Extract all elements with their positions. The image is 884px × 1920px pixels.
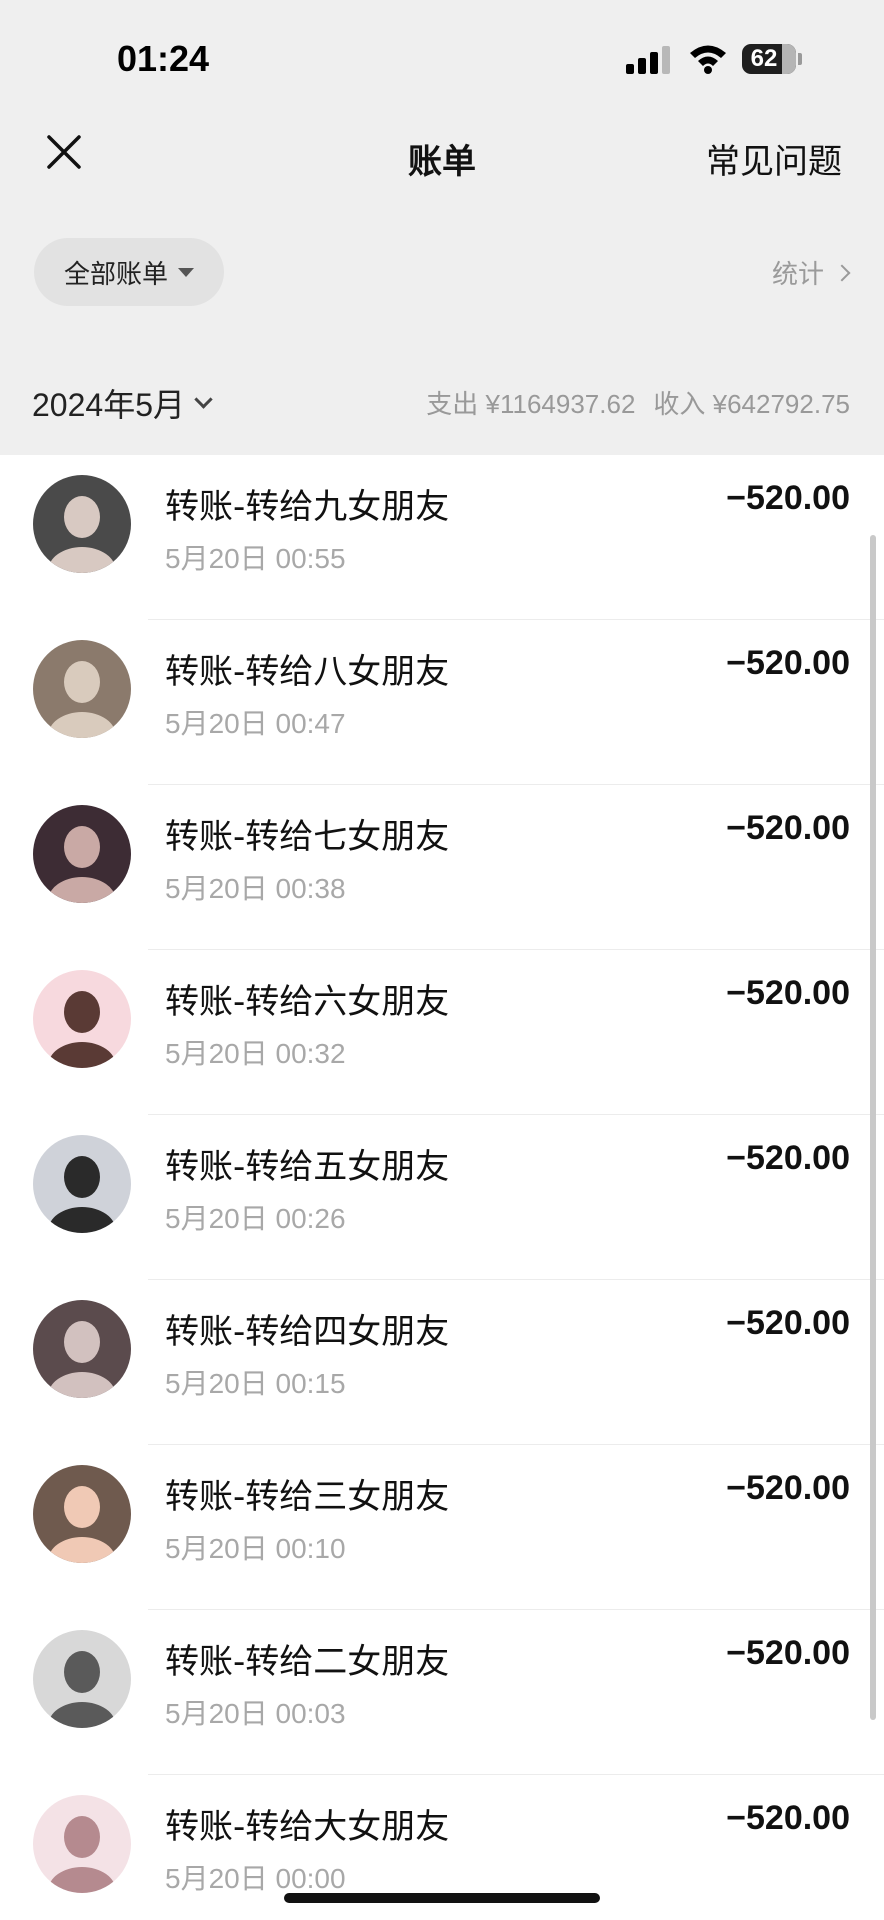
transaction-title: 转账-转给六女朋友 — [165, 982, 450, 1022]
transaction-amount: −520.00 — [726, 644, 850, 682]
transaction-amount: −520.00 — [726, 479, 850, 517]
avatar — [33, 1135, 131, 1233]
chevron-right-icon — [833, 264, 851, 281]
income-total: 收入 ¥642792.75 — [653, 389, 850, 419]
cellular-signal-icon — [626, 46, 670, 74]
transaction-time: 5月20日 00:15 — [165, 1368, 346, 1399]
transaction-time: 5月20日 00:03 — [165, 1698, 346, 1729]
wifi-icon — [690, 45, 726, 74]
transaction-title: 转账-转给二女朋友 — [165, 1642, 450, 1682]
status-time: 01:24 — [117, 38, 210, 79]
avatar — [33, 1795, 131, 1893]
faq-link[interactable]: 常见问题 — [706, 134, 842, 183]
avatar — [33, 805, 131, 903]
avatar — [33, 640, 131, 738]
transaction-row[interactable]: 转账-转给三女朋友 5月20日 00:10 −520.00 — [0, 1445, 884, 1610]
avatar — [33, 475, 131, 573]
transaction-title: 转账-转给九女朋友 — [165, 487, 450, 527]
transaction-row[interactable]: 转账-转给二女朋友 5月20日 00:03 −520.00 — [0, 1610, 884, 1775]
transaction-amount: −520.00 — [726, 974, 850, 1012]
transaction-time: 5月20日 00:10 — [165, 1533, 346, 1564]
transaction-amount: −520.00 — [726, 1799, 850, 1837]
transaction-row[interactable]: 转账-转给七女朋友 5月20日 00:38 −520.00 — [0, 785, 884, 950]
month-summary: 支出 ¥1164937.62 收入 ¥642792.75 — [426, 384, 850, 421]
transaction-title: 转账-转给八女朋友 — [165, 652, 450, 692]
transaction-time: 5月20日 00:00 — [165, 1863, 346, 1894]
transaction-list: 转账-转给九女朋友 5月20日 00:55 −520.00 转账-转给八女朋友 5月20… — [0, 455, 884, 1920]
month-label: 2024年5月 — [32, 387, 185, 423]
transaction-row[interactable]: 转账-转给四女朋友 5月20日 00:15 −520.00 — [0, 1280, 884, 1445]
transaction-time: 5月20日 00:26 — [165, 1203, 346, 1234]
transaction-time: 5月20日 00:32 — [165, 1038, 346, 1069]
transaction-row[interactable]: 转账-转给六女朋友 5月20日 00:32 −520.00 — [0, 950, 884, 1115]
stats-link[interactable]: 统计 — [771, 254, 851, 291]
month-picker[interactable]: 2024年5月 — [32, 380, 213, 426]
transaction-time: 5月20日 00:55 — [165, 543, 346, 574]
transaction-time: 5月20日 00:47 — [165, 708, 346, 739]
transaction-amount: −520.00 — [726, 1139, 850, 1177]
battery-indicator: 62 — [742, 44, 796, 74]
avatar — [33, 1630, 131, 1728]
transaction-row[interactable]: 转账-转给九女朋友 5月20日 00:55 −520.00 — [0, 455, 884, 620]
transaction-title: 转账-转给七女朋友 — [165, 817, 450, 857]
caret-down-icon — [178, 267, 194, 277]
transaction-title: 转账-转给四女朋友 — [165, 1312, 450, 1352]
battery-cap — [798, 53, 802, 65]
transaction-title: 转账-转给三女朋友 — [165, 1477, 450, 1517]
transaction-title: 转账-转给五女朋友 — [165, 1147, 450, 1187]
transaction-amount: −520.00 — [726, 1634, 850, 1672]
expense-total: 支出 ¥1164937.62 — [426, 389, 636, 419]
avatar — [33, 1465, 131, 1563]
chevron-down-icon — [194, 389, 213, 409]
transaction-time: 5月20日 00:38 — [165, 873, 346, 904]
transaction-row[interactable]: 转账-转给五女朋友 5月20日 00:26 −520.00 — [0, 1115, 884, 1280]
transaction-amount: −520.00 — [726, 1304, 850, 1342]
transaction-row[interactable]: 转账-转给八女朋友 5月20日 00:47 −520.00 — [0, 620, 884, 785]
transaction-amount: −520.00 — [726, 809, 850, 847]
transaction-amount: −520.00 — [726, 1469, 850, 1507]
avatar — [33, 970, 131, 1068]
filter-label: 全部账单 — [63, 259, 168, 290]
home-indicator — [284, 1893, 600, 1903]
stats-label: 统计 — [771, 260, 824, 290]
transaction-title: 转账-转给大女朋友 — [165, 1807, 450, 1847]
avatar — [33, 1300, 131, 1398]
bill-filter-dropdown[interactable]: 全部账单 — [34, 238, 224, 306]
scrollbar[interactable] — [870, 535, 876, 1720]
